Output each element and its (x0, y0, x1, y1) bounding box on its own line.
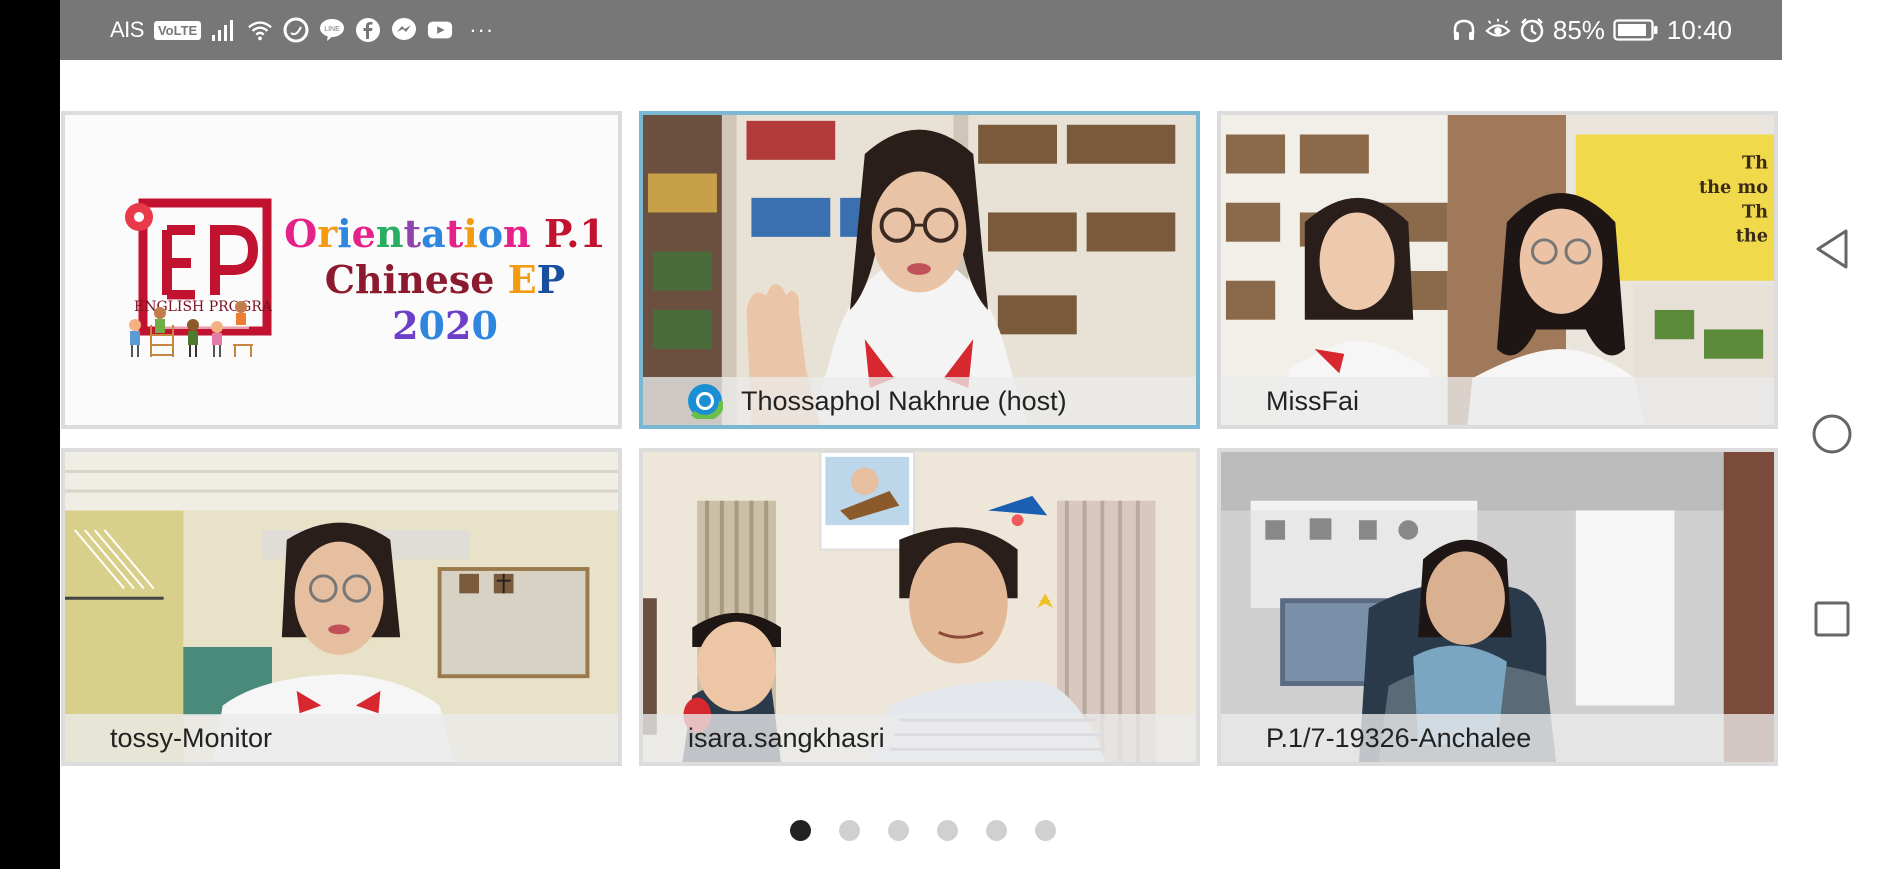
video-tile-participant[interactable]: Th the mo Th the MissFai (1217, 111, 1778, 429)
back-triangle-icon (1816, 229, 1848, 269)
messenger-icon (391, 17, 417, 43)
participant-name: MissFai (1266, 385, 1359, 416)
shared-content-tile[interactable]: ENGLISH PROGRA Orientation P.1 Chinese E… (61, 111, 622, 429)
battery-percent: 85% (1552, 14, 1605, 45)
volte-badge: VoLTE (153, 20, 202, 40)
back-button[interactable] (1808, 225, 1856, 273)
alarm-icon (1519, 17, 1545, 43)
carrier-label: AIS (110, 17, 144, 42)
recents-button[interactable] (1808, 595, 1856, 643)
page-dot-active[interactable] (790, 820, 811, 841)
webex-logo-icon (687, 383, 723, 419)
more-notifications: ··· (469, 17, 495, 42)
video-tile-participant[interactable]: tossy-Monitor (61, 448, 622, 766)
svg-text:the mo: the mo (1699, 177, 1768, 198)
page-indicator (790, 820, 1056, 842)
wifi-icon (247, 17, 273, 43)
system-nav-bar (1782, 0, 1883, 869)
video-tile-participant[interactable]: P.1/7-19326-Anchalee (1217, 448, 1778, 766)
svg-text:the: the (1736, 226, 1768, 247)
page-dot[interactable] (986, 820, 1007, 841)
page-dot[interactable] (1035, 820, 1056, 841)
facebook-icon (355, 17, 381, 43)
video-tile-participant[interactable]: isara.sangkhasri (639, 448, 1200, 766)
participant-name-bar: Thossaphol Nakhrue (host) (643, 377, 1196, 425)
status-right: 85% 10:40 (1451, 0, 1732, 60)
participant-name-bar: tossy-Monitor (65, 714, 618, 762)
youtube-icon (427, 17, 453, 43)
participant-name-bar: MissFai (1221, 377, 1774, 425)
video-tile-host[interactable]: Thossaphol Nakhrue (host) (639, 111, 1200, 429)
line-icon: LINE (319, 17, 345, 43)
participant-name: tossy-Monitor (110, 722, 273, 753)
participant-name-bar: isara.sangkhasri (643, 714, 1196, 762)
svg-text:Th: Th (1742, 153, 1768, 174)
phone-screen: AIS VoLTE LINE ··· 85% 10:40 ENGLISH PRO… (0, 0, 1883, 869)
svg-text:LINE: LINE (324, 26, 340, 33)
battery-icon (1613, 17, 1659, 43)
status-bar: AIS VoLTE LINE ··· 85% 10:40 (60, 0, 1782, 60)
page-dot[interactable] (937, 820, 958, 841)
english-program-logo: ENGLISH PROGRA (125, 198, 273, 357)
banner-line-2: Chinese EP (324, 257, 566, 302)
orientation-banner: Orientation P.1 Chinese EP 2020 (280, 211, 610, 349)
participant-name: P.1/7-19326-Anchalee (1266, 722, 1532, 753)
page-dot[interactable] (888, 820, 909, 841)
clock: 10:40 (1666, 14, 1732, 45)
participant-name-bar: P.1/7-19326-Anchalee (1221, 714, 1774, 762)
status-left: AIS VoLTE LINE ··· (110, 0, 494, 60)
page-dot[interactable] (839, 820, 860, 841)
banner-line-3: 2020 (392, 303, 498, 348)
home-circle-icon (1812, 414, 1852, 454)
meeting-app: AIS VoLTE LINE ··· 85% 10:40 ENGLISH PRO… (60, 0, 1782, 869)
banner-line-1: Orientation P.1 (284, 211, 606, 256)
recents-square-icon (1814, 601, 1850, 637)
signal-icon (211, 17, 237, 43)
eye-comfort-icon (1485, 17, 1511, 43)
chat-app-icon (283, 17, 309, 43)
headphones-icon (1451, 17, 1477, 43)
home-button[interactable] (1808, 410, 1856, 458)
participant-name: isara.sangkhasri (688, 722, 885, 753)
svg-text:Th: Th (1742, 201, 1768, 222)
